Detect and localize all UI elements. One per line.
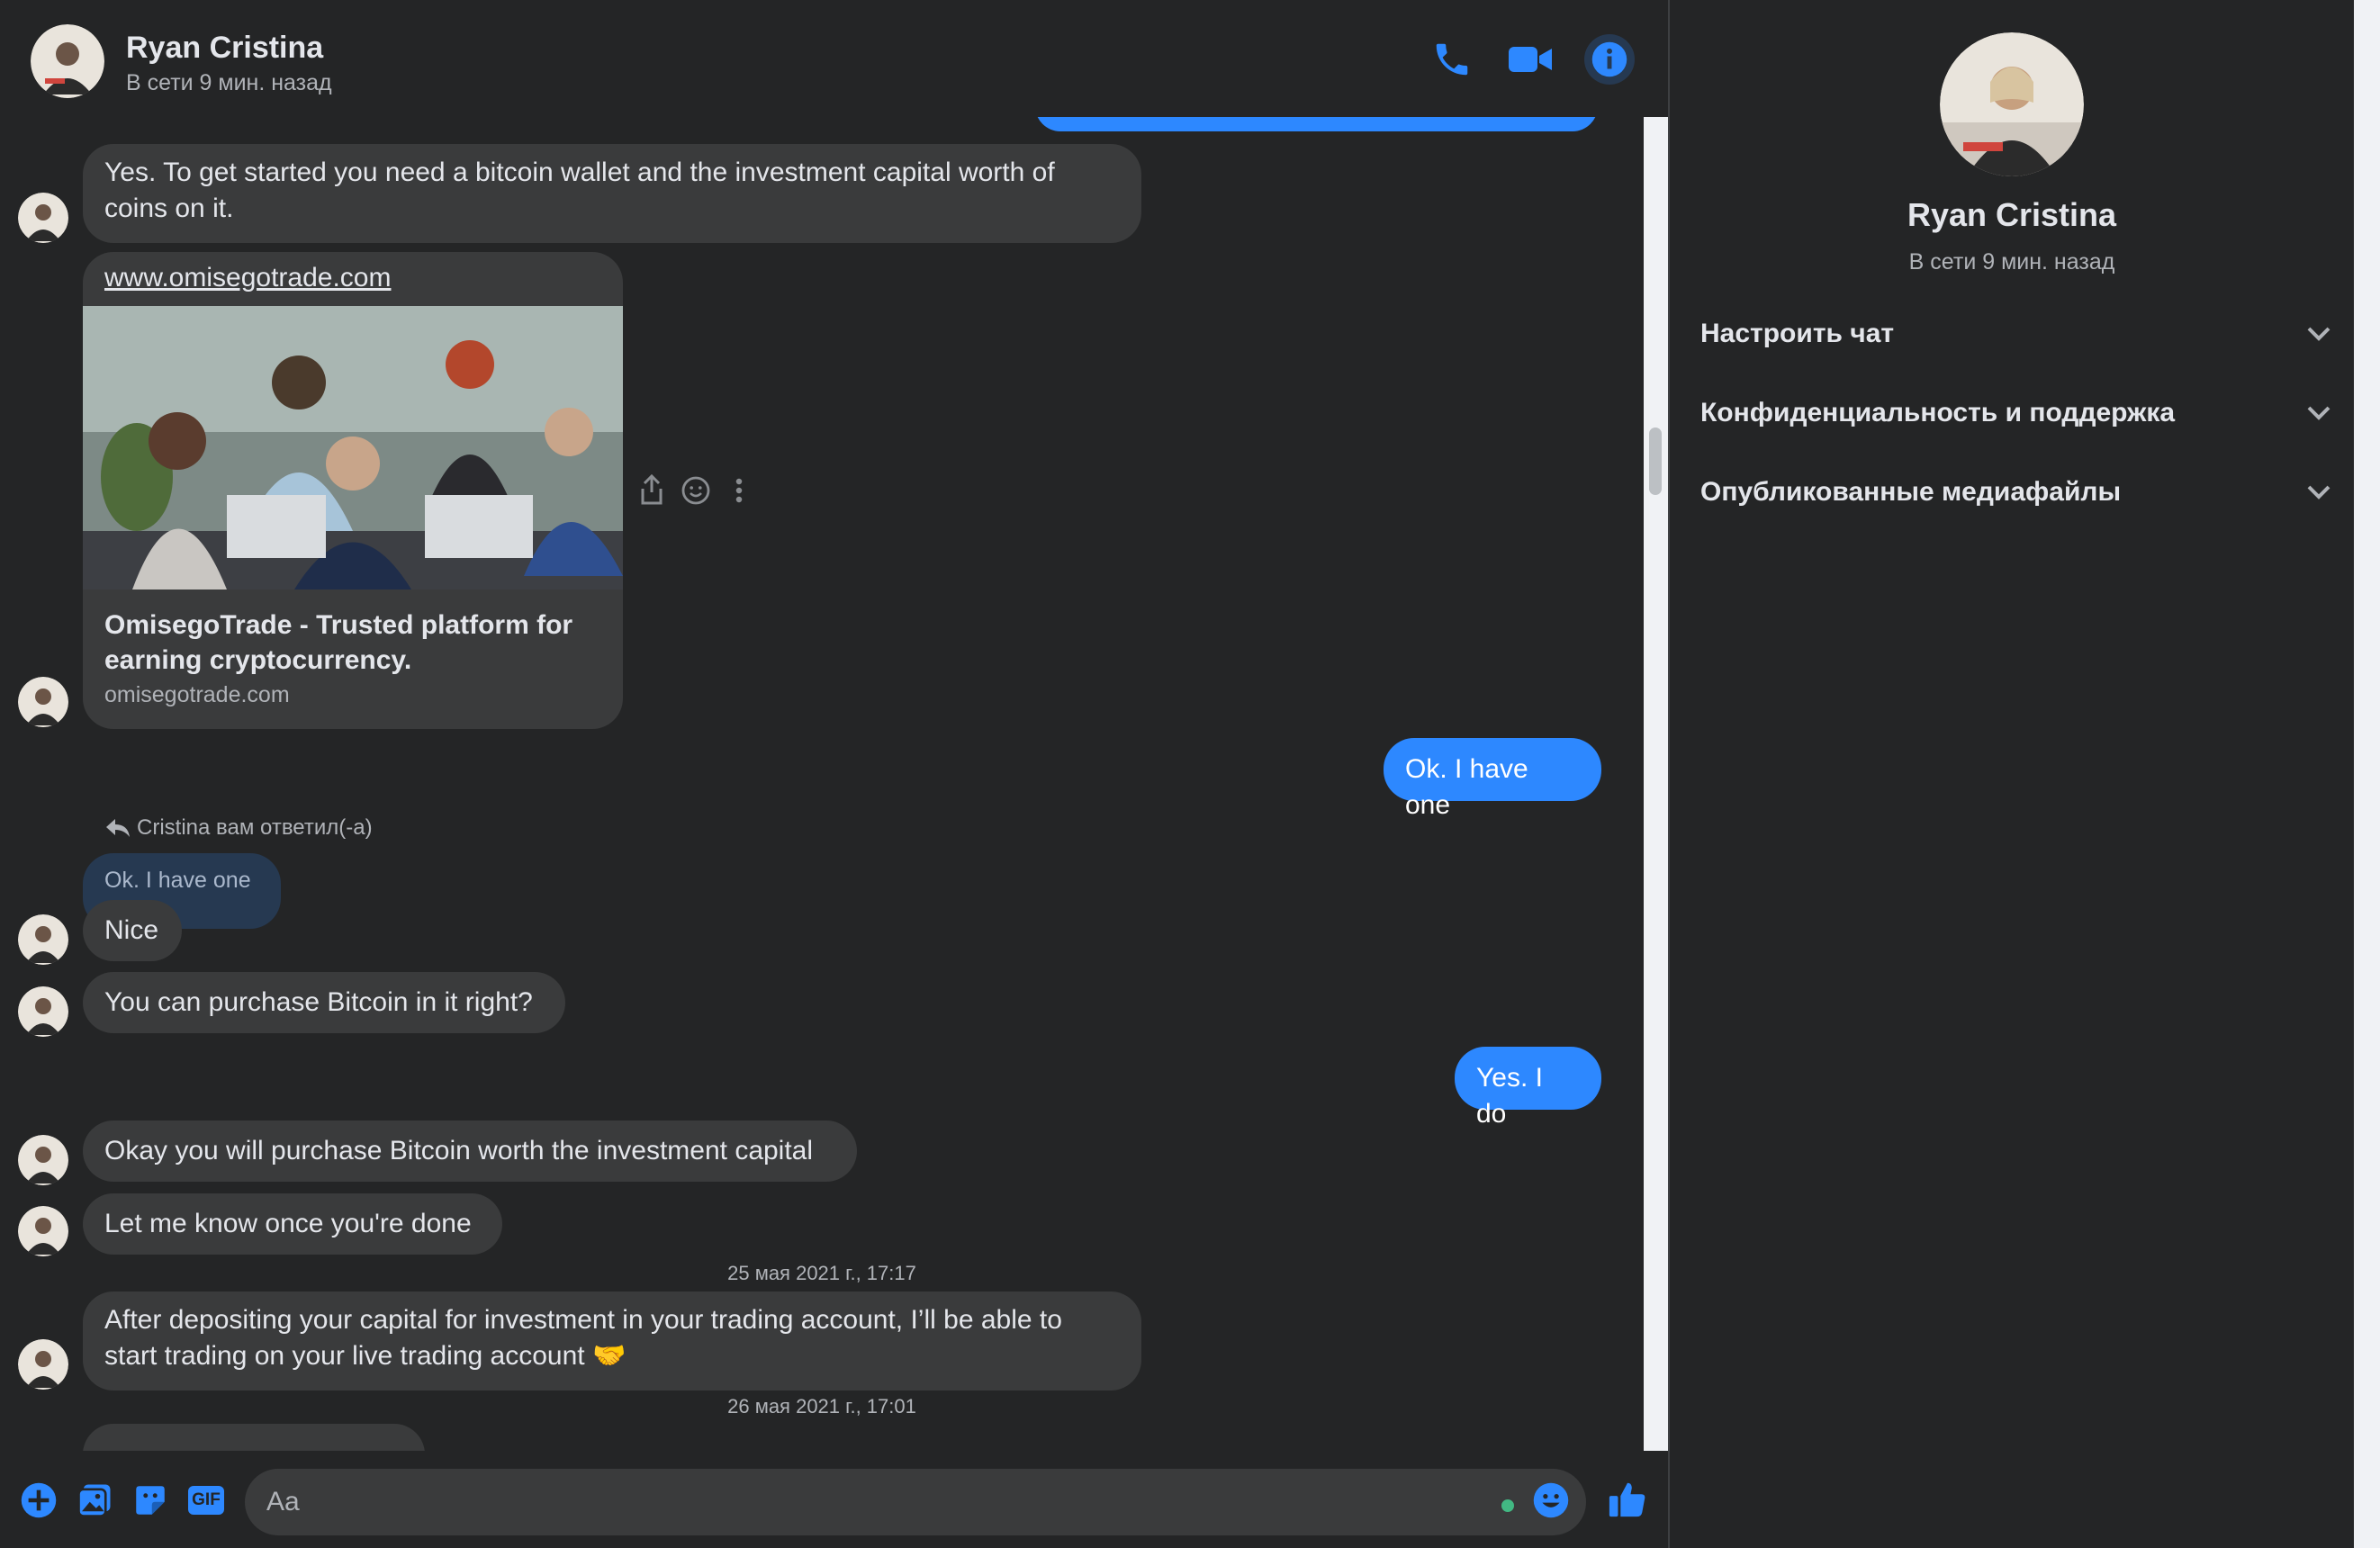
incoming-message[interactable]: You can purchase Bitcoin in it right? bbox=[83, 972, 565, 1033]
timestamp: 25 мая 2021 г., 17:17 bbox=[727, 1262, 916, 1284]
outgoing-message[interactable]: Yes. I do bbox=[1455, 1047, 1601, 1129]
more-options-button[interactable] bbox=[727, 475, 751, 506]
info-contact-status: В сети 9 мин. назад bbox=[1908, 249, 2115, 274]
info-button[interactable] bbox=[1584, 34, 1635, 85]
gif-icon: GIF bbox=[188, 1486, 224, 1515]
gif-button[interactable]: GIF bbox=[185, 1480, 227, 1521]
react-button[interactable] bbox=[681, 475, 711, 506]
timestamp: 26 мая 2021 г., 17:01 bbox=[727, 1395, 916, 1418]
share-icon bbox=[641, 474, 663, 505]
section-customize-chat[interactable]: Настроить чат bbox=[1700, 302, 2330, 365]
window-edge bbox=[2354, 0, 2380, 1548]
like-button[interactable] bbox=[1604, 1476, 1651, 1523]
outgoing-message-partial[interactable] bbox=[1035, 117, 1598, 131]
sticker-button[interactable] bbox=[130, 1480, 171, 1521]
smiley-icon bbox=[681, 476, 710, 505]
incoming-message[interactable]: Let me know once you're done bbox=[83, 1193, 502, 1255]
section-shared-media[interactable]: Опубликованные медиафайлы bbox=[1700, 461, 2330, 524]
link-url[interactable]: www.omisegotrade.com bbox=[104, 263, 391, 293]
contact-avatar-small[interactable] bbox=[18, 677, 68, 727]
contact-avatar-small[interactable] bbox=[18, 1206, 68, 1256]
conversation-info-panel: Ryan Cristina В сети 9 мин. назад Настро… bbox=[1668, 0, 2354, 1548]
link-title[interactable]: OmisegoTrade - Trusted platform for earn… bbox=[104, 608, 609, 678]
message-list[interactable]: Yes. To get started you need a bitcoin w… bbox=[0, 117, 1644, 1451]
chevron-down-icon bbox=[2307, 485, 2330, 500]
contact-avatar-small[interactable] bbox=[18, 1135, 68, 1185]
contact-avatar-large[interactable] bbox=[1940, 32, 2084, 176]
thumbs-up-icon bbox=[1609, 1482, 1645, 1517]
link-preview-image[interactable] bbox=[83, 306, 623, 590]
chevron-down-icon bbox=[2307, 406, 2330, 420]
section-label: Конфиденциальность и поддержка bbox=[1700, 398, 2176, 428]
scrollbar-thumb[interactable] bbox=[1649, 428, 1662, 495]
add-icon bbox=[21, 1482, 57, 1518]
video-camera-icon bbox=[1509, 47, 1552, 72]
contact-avatar-small[interactable] bbox=[18, 986, 68, 1037]
video-call-button[interactable] bbox=[1505, 34, 1555, 85]
incoming-message[interactable]: Nice bbox=[83, 900, 182, 961]
link-domain: omisegotrade.com bbox=[104, 682, 290, 707]
message-input[interactable] bbox=[245, 1469, 1586, 1535]
contact-avatar-small[interactable] bbox=[18, 1339, 68, 1390]
contact-avatar[interactable] bbox=[31, 24, 104, 98]
incoming-message[interactable]: Okay you will purchase Bitcoin worth the… bbox=[83, 1120, 857, 1182]
incoming-message[interactable]: After depositing your capital for invest… bbox=[83, 1292, 1141, 1390]
gallery-icon bbox=[77, 1484, 111, 1517]
incoming-message-partial[interactable] bbox=[83, 1424, 425, 1451]
sticker-icon bbox=[136, 1486, 165, 1515]
emoji-icon bbox=[1533, 1482, 1569, 1518]
chevron-down-icon bbox=[2307, 327, 2330, 341]
gif-label: GIF bbox=[192, 1490, 221, 1509]
chat-pane: Ryan Cristina В сети 9 мин. назад Yes. T… bbox=[0, 0, 1668, 1548]
call-button[interactable] bbox=[1427, 34, 1477, 85]
more-vertical-icon bbox=[735, 478, 743, 503]
reply-label: Cristina вам ответил(-а) bbox=[137, 815, 373, 840]
link-preview-card[interactable]: www.omisegotrade.com OmisegoTrade - Trus… bbox=[83, 252, 623, 729]
section-privacy-support[interactable]: Конфиденциальность и поддержка bbox=[1700, 382, 2330, 445]
section-label: Опубликованные медиафайлы bbox=[1700, 477, 2122, 507]
gallery-button[interactable] bbox=[74, 1480, 115, 1521]
incoming-message[interactable]: Yes. To get started you need a bitcoin w… bbox=[83, 144, 1141, 243]
share-button[interactable] bbox=[637, 472, 666, 507]
contact-status: В сети 9 мин. назад bbox=[126, 70, 332, 95]
grammar-indicator-dot bbox=[1500, 1498, 1516, 1514]
emoji-button[interactable] bbox=[1530, 1480, 1572, 1521]
outgoing-message[interactable]: Ok. I have one bbox=[1384, 738, 1601, 820]
info-icon bbox=[1591, 41, 1627, 77]
contact-name[interactable]: Ryan Cristina bbox=[126, 31, 323, 66]
reply-arrow-icon bbox=[106, 819, 130, 837]
contact-avatar-small[interactable] bbox=[18, 193, 68, 243]
contact-avatar-small[interactable] bbox=[18, 914, 68, 965]
scrollbar-track[interactable] bbox=[1644, 117, 1668, 1451]
reply-indicator: Cristina вам ответил(-а) bbox=[106, 815, 373, 841]
composer: GIF bbox=[0, 1451, 1668, 1548]
add-button[interactable] bbox=[18, 1480, 59, 1521]
section-label: Настроить чат bbox=[1700, 319, 1895, 348]
chat-header: Ryan Cristina В сети 9 мин. назад bbox=[0, 0, 1668, 117]
info-contact-name: Ryan Cristina bbox=[1907, 196, 2117, 233]
phone-icon bbox=[1436, 43, 1468, 76]
